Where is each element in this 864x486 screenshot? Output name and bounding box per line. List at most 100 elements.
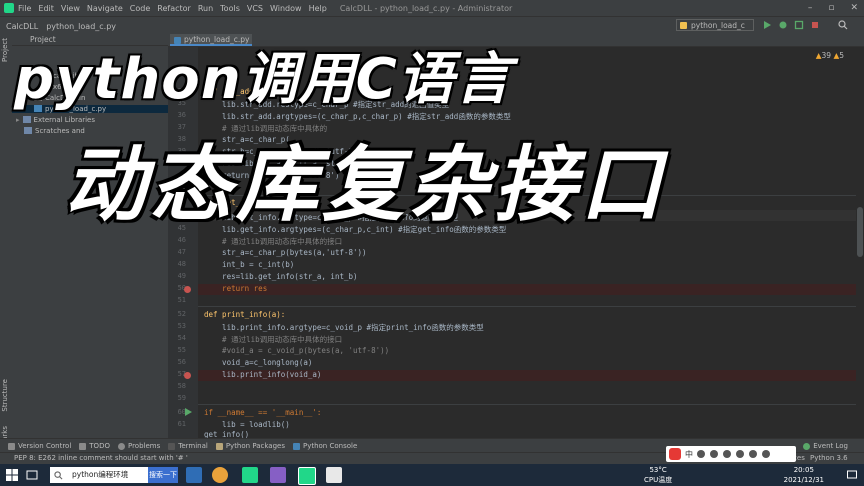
taskbar-search-button[interactable]: 搜索一下: [148, 467, 178, 483]
maximize-icon[interactable]: ▫: [828, 0, 834, 16]
menu-window[interactable]: Window: [270, 4, 302, 13]
vcs-icon: [8, 442, 15, 450]
voice-icon[interactable]: [723, 450, 731, 458]
menu-file[interactable]: File: [18, 4, 31, 13]
inspection-widget[interactable]: ▲39 ▲5: [816, 51, 844, 60]
notification-icon[interactable]: [846, 469, 858, 481]
file-explorer-icon[interactable]: [186, 467, 202, 483]
breadcrumb-project[interactable]: CalcDLL: [6, 22, 38, 31]
menu-tools[interactable]: Tools: [220, 4, 240, 13]
menu-code[interactable]: Code: [130, 4, 150, 13]
line-number: 55: [177, 346, 186, 354]
line-number: 46: [177, 236, 186, 244]
cpu-temp-label: CPU温度: [644, 476, 673, 484]
scrollbar-thumb[interactable]: [857, 207, 863, 257]
project-tool-tab[interactable]: Project: [1, 38, 9, 62]
todo-tab[interactable]: TODO: [79, 442, 110, 450]
code-line: str_a=c_char_p(bytes(a,'utf-8')): [204, 248, 367, 257]
ime-toolbar[interactable]: 中: [666, 446, 796, 462]
method-separator: [198, 404, 864, 405]
pycharm-taskbar-icon[interactable]: [242, 467, 258, 483]
terminal-icon: [168, 442, 176, 450]
structure-tool-tab[interactable]: Structure: [1, 379, 9, 412]
keyboard-icon[interactable]: [736, 450, 744, 458]
library-icon: [22, 116, 31, 123]
run-config-select[interactable]: python_load_c: [676, 19, 754, 31]
interpreter-setting[interactable]: Python 3.6: [810, 454, 848, 462]
line-number: 58: [177, 382, 186, 390]
breakpoint-icon[interactable]: [184, 286, 191, 293]
line-number: 48: [177, 260, 186, 268]
chrome-icon[interactable]: [212, 467, 228, 483]
code-line: if __name__ == '__main__':: [204, 408, 322, 417]
chevron-right-icon: ▸: [16, 116, 20, 124]
toolbox-icon[interactable]: [762, 450, 770, 458]
search-icon: [54, 471, 63, 480]
code-line: lib.print_info(void_a): [204, 370, 322, 379]
sogou-icon: [669, 448, 681, 460]
pycharm-active-icon[interactable]: [298, 467, 316, 485]
menu-view[interactable]: View: [61, 4, 80, 13]
tool-label: Terminal: [178, 442, 208, 450]
python-console-tab[interactable]: Python Console: [292, 442, 358, 450]
code-line: void_a=c_longlong(a): [204, 358, 313, 367]
taskbar-clock[interactable]: 20:05 2021/12/31: [784, 465, 824, 485]
taskbar-search-input[interactable]: python编程环境: [50, 467, 148, 483]
visual-studio-icon[interactable]: [270, 467, 286, 483]
menu-vcs[interactable]: VCS: [247, 4, 263, 13]
python-packages-tab[interactable]: Python Packages: [215, 442, 285, 450]
tool-label: Version Control: [18, 442, 72, 450]
task-view-icon[interactable]: [26, 469, 38, 481]
tool-label: Problems: [127, 442, 161, 450]
toolbar: CalcDLL python_load_c.py python_load_c: [0, 16, 864, 36]
menu-run[interactable]: Run: [198, 4, 213, 13]
overlay-title-line1: python调用C语言: [14, 47, 512, 112]
run-gutter-icon[interactable]: [184, 408, 192, 416]
tool-label: TODO: [89, 442, 110, 450]
close-icon[interactable]: ✕: [850, 0, 858, 16]
search-everywhere-icon[interactable]: [838, 20, 848, 30]
coverage-icon[interactable]: [794, 20, 804, 30]
taskbar: python编程环境 搜索一下 53°C CPU温度 20:05 2021/12/3…: [0, 464, 864, 486]
skin-icon[interactable]: [749, 450, 757, 458]
run-icon[interactable]: [762, 20, 772, 30]
line-number: 53: [177, 322, 186, 330]
inspection-count: 39: [821, 51, 832, 60]
scratch-icon: [24, 127, 32, 134]
code-line: res=lib.get_info(str_a, int_b): [204, 272, 358, 281]
menu-edit[interactable]: Edit: [38, 4, 54, 13]
code-line: lib = loadlib(): [204, 420, 290, 429]
punctuation-icon[interactable]: [697, 450, 705, 458]
menu-refactor[interactable]: Refactor: [157, 4, 191, 13]
code-line: # 通过lib调用动态库中具体的接口: [204, 237, 343, 246]
menu-navigate[interactable]: Navigate: [87, 4, 123, 13]
stop-icon[interactable]: [810, 20, 820, 30]
cpu-temp-value: 53°C: [649, 466, 667, 474]
tool-label: Event Log: [813, 442, 848, 450]
cpu-temp-widget[interactable]: 53°C CPU温度: [644, 465, 672, 485]
event-log-icon: [803, 442, 811, 450]
line-number: 61: [177, 420, 186, 428]
method-separator: [198, 306, 864, 307]
app-icon[interactable]: [326, 467, 342, 483]
menu-help[interactable]: Help: [309, 4, 327, 13]
tool-label: Python Console: [302, 442, 358, 450]
version-control-tab[interactable]: Version Control: [8, 442, 71, 450]
windows-start-icon[interactable]: [6, 469, 18, 481]
emoji-icon[interactable]: [710, 450, 718, 458]
code-line: lib.print_info.argtype=c_void_p #指定print…: [204, 323, 484, 332]
status-message[interactable]: PEP 8: E262 inline comment should start …: [14, 454, 188, 462]
ime-mode[interactable]: 中: [685, 449, 693, 460]
breakpoint-icon[interactable]: [184, 372, 191, 379]
debug-icon[interactable]: [778, 20, 788, 30]
line-number: 59: [177, 394, 186, 402]
minimize-icon[interactable]: –: [808, 0, 813, 16]
breadcrumb-file[interactable]: python_load_c.py: [46, 22, 116, 31]
line-number: 56: [177, 358, 186, 366]
line-number: 52: [177, 310, 186, 318]
event-log-tab[interactable]: Event Log: [803, 442, 848, 450]
terminal-tab[interactable]: Terminal: [168, 442, 208, 450]
editor-scrollbar[interactable]: [856, 47, 864, 438]
problems-tab[interactable]: Problems: [117, 442, 161, 450]
overlay-title-line2: 动态库复杂接口: [64, 138, 666, 233]
